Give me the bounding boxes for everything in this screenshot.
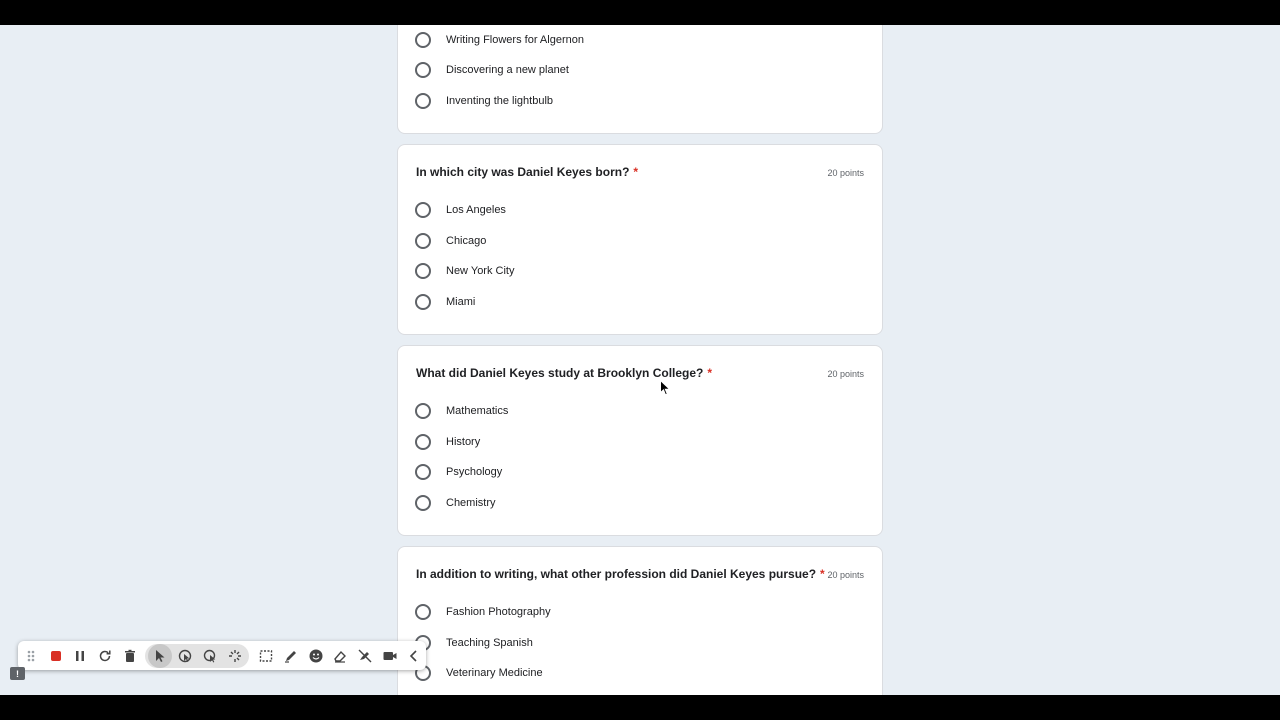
option-new-york-city[interactable]: New York City [415,261,514,281]
question-card: What did Daniel Keyes study at Brooklyn … [397,345,883,536]
radio-button[interactable] [415,62,431,78]
radio-button[interactable] [415,495,431,511]
delete-icon[interactable] [118,644,142,668]
laser-icon[interactable] [223,644,247,668]
radio-button[interactable] [415,233,431,249]
option-label: Veterinary Medicine [446,667,543,679]
cursor-mode-group [145,643,250,668]
pointer-icon[interactable] [148,643,173,668]
option-label: Psychology [446,466,503,478]
option-discovering-a-new-planet[interactable]: Discovering a new planet [415,60,569,80]
option-label: History [446,436,481,448]
question-text: In addition to writing, what other profe… [416,567,817,581]
stop-record-icon[interactable] [44,644,68,668]
question-title: What did Daniel Keyes study at Brooklyn … [416,366,712,380]
option-label: Miami [446,296,476,308]
option-veterinary-medicine[interactable]: Veterinary Medicine [415,663,543,683]
collapse-icon[interactable] [402,644,426,668]
radio-button[interactable] [415,32,431,48]
question-title: In which city was Daniel Keyes born? * [416,165,638,179]
option-mathematics[interactable]: Mathematics [415,401,508,421]
radio-button[interactable] [415,434,431,450]
required-asterisk: * [820,567,825,581]
question-card: In addition to writing, what other profe… [397,546,883,695]
option-psychology[interactable]: Psychology [415,462,502,482]
option-inventing-the-lightbulb[interactable]: Inventing the lightbulb [415,91,553,111]
mouse-cursor-icon [660,380,671,396]
feedback-icon[interactable]: ! [10,667,25,680]
option-fashion-photography[interactable]: Fashion Photography [415,602,551,622]
option-teaching-spanish[interactable]: Teaching Spanish [415,633,533,653]
points-label: 20 points [827,570,864,580]
points-label: 20 points [827,168,864,178]
emoji-icon[interactable] [304,644,328,668]
pen-icon[interactable] [279,644,303,668]
radio-button[interactable] [415,604,431,620]
drag-handle-icon[interactable] [19,644,43,668]
option-label: Los Angeles [446,204,506,216]
option-los-angeles[interactable]: Los Angeles [415,200,506,220]
restart-icon[interactable] [93,644,117,668]
question-card: Writing Flowers for Algernon Discovering… [397,25,883,134]
required-asterisk: * [633,165,639,179]
option-label: Writing Flowers for Algernon [446,34,584,46]
pause-icon[interactable] [68,644,92,668]
radio-button[interactable] [415,93,431,109]
option-label: Mathematics [446,405,509,417]
question-text: In which city was Daniel Keyes born? [416,165,630,179]
radio-button[interactable] [415,263,431,279]
recorder-toolbar [18,641,426,670]
radio-button[interactable] [415,294,431,310]
option-chicago[interactable]: Chicago [415,231,486,251]
form-page: Writing Flowers for Algernon Discovering… [0,25,1280,695]
click-highlight-icon[interactable] [173,644,197,668]
required-asterisk: * [707,366,713,380]
question-card: In which city was Daniel Keyes born? * 20… [397,144,883,335]
hide-annotations-icon[interactable] [353,644,377,668]
option-label: Teaching Spanish [446,637,533,649]
radio-button[interactable] [415,464,431,480]
option-miami[interactable]: Miami [415,292,475,312]
option-label: Chicago [446,235,487,247]
option-chemistry[interactable]: Chemistry [415,493,496,513]
option-label: Inventing the lightbulb [446,95,554,107]
option-label: Fashion Photography [446,606,551,618]
points-label: 20 points [827,369,864,379]
eraser-icon[interactable] [328,644,352,668]
spotlight-icon[interactable] [198,644,222,668]
radio-button[interactable] [415,202,431,218]
question-text: What did Daniel Keyes study at Brooklyn … [416,366,704,380]
camera-icon[interactable] [378,644,402,668]
radio-button[interactable] [415,403,431,419]
option-label: Chemistry [446,497,496,509]
option-history[interactable]: History [415,432,480,452]
select-area-icon[interactable] [254,644,278,668]
option-label: Discovering a new planet [446,64,569,76]
option-writing-flowers-for-algernon[interactable]: Writing Flowers for Algernon [415,30,584,50]
option-label: New York City [446,265,515,277]
question-title: In addition to writing, what other profe… [416,567,825,581]
